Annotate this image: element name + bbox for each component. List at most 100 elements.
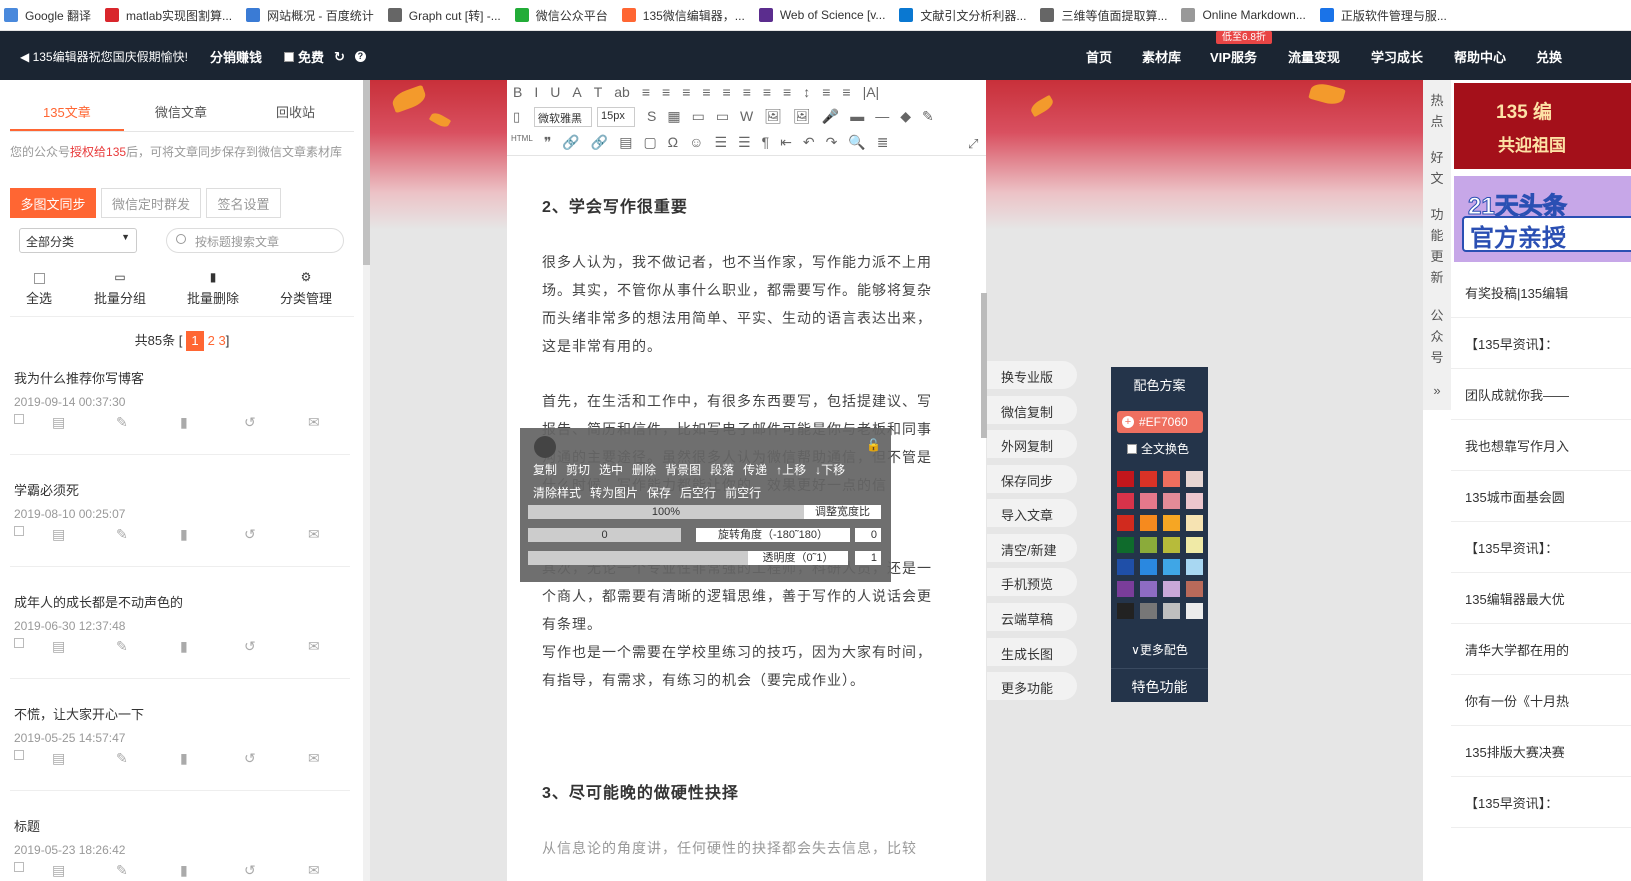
toolbar-button[interactable]: ≣ (877, 134, 889, 151)
news-item[interactable]: 我也想靠写作月入 (1465, 436, 1569, 455)
news-item[interactable]: 团队成就你我—— (1465, 385, 1569, 404)
page-others[interactable]: 2 3 (208, 333, 226, 348)
holiday-banner[interactable]: 135 编 共迎祖国 (1454, 83, 1631, 169)
article-title[interactable]: 我为什么推荐你写博客 (14, 368, 349, 387)
select-all-button[interactable]: 全选 (26, 270, 52, 307)
list-item[interactable]: 成年人的成长都是不动声色的 2019-06-30 12:37:48 ▤ ✎ ▮ ↺ ✉ (10, 592, 350, 679)
history-icon[interactable]: ↺ (244, 862, 256, 879)
drag-handle[interactable] (534, 436, 556, 458)
nav-redeem[interactable]: 兑换 (1536, 47, 1562, 66)
toolbar-button[interactable]: ↷ (826, 134, 838, 151)
color-swatch[interactable] (1186, 581, 1203, 597)
nav-monetize[interactable]: 流量变现 (1288, 47, 1340, 66)
side-action-button[interactable]: 换专业版 (987, 361, 1077, 389)
tab-wechat-articles[interactable]: 微信文章 (155, 102, 207, 121)
toolbar-button[interactable]: ▢ (643, 134, 656, 151)
side-action-button[interactable]: 清空/新建 (987, 534, 1077, 562)
color-swatch[interactable] (1186, 471, 1203, 487)
right-tab-char[interactable]: » (1423, 380, 1451, 401)
auth-link[interactable]: 授权给135 (70, 145, 126, 159)
right-tab-char[interactable]: 号 (1423, 347, 1451, 368)
nav-learn[interactable]: 学习成长 (1371, 47, 1423, 66)
toolbar-button[interactable]: ✎ (922, 108, 934, 125)
color-swatch[interactable] (1140, 581, 1157, 597)
apply-all-toggle[interactable]: 全文换色 (1127, 440, 1189, 457)
edit-icon[interactable]: ✎ (116, 638, 128, 655)
list-item[interactable]: 不慌，让大家开心一下 2019-05-25 14:57:47 ▤ ✎ ▮ ↺ ✉ (10, 704, 350, 791)
nav-help[interactable]: 帮助中心 (1454, 47, 1506, 66)
toolbar-button[interactable]: I (534, 84, 538, 100)
edit-icon[interactable]: ✎ (116, 526, 128, 543)
popup-action[interactable]: 保存 (647, 484, 671, 501)
bookmark-item[interactable]: 微信公众平台 (514, 7, 608, 24)
category-manage-button[interactable]: ⚙ 分类管理 (280, 270, 332, 307)
news-item[interactable]: 【135早资讯】： (1465, 538, 1558, 557)
free-toggle[interactable]: 免费 ↻? (284, 47, 366, 66)
bookmark-item[interactable]: matlab实现图割算... (105, 7, 232, 24)
nav-materials[interactable]: 素材库 (1142, 47, 1181, 66)
right-tab-char[interactable]: 好 (1423, 147, 1451, 168)
toolbar-button[interactable]: 🔗 (591, 134, 608, 151)
batch-delete-button[interactable]: ▮ 批量删除 (187, 270, 239, 307)
toolbar-button[interactable]: — (875, 108, 889, 125)
toolbar-button[interactable]: S (647, 108, 656, 125)
font-family-select[interactable]: 微软雅黑 (534, 107, 592, 127)
toolbar-button[interactable]: ▭ (692, 108, 705, 125)
toolbar-button[interactable]: ▭ (716, 108, 729, 125)
toolbar-button[interactable]: ab (614, 84, 630, 100)
toolbar-button[interactable]: ≡ (642, 84, 650, 100)
document-icon[interactable]: ▤ (52, 750, 65, 767)
bookmark-item[interactable]: Web of Science [v... (758, 8, 885, 22)
right-tab-char[interactable]: 功 (1423, 204, 1451, 225)
toolbar-button[interactable]: 🔗 (562, 134, 579, 151)
popup-action[interactable]: 前空行 (725, 484, 761, 501)
document-icon[interactable]: ▤ (52, 414, 65, 431)
trash-icon[interactable]: ▮ (180, 638, 188, 655)
color-swatch[interactable] (1163, 537, 1180, 553)
popup-action[interactable]: 剪切 (566, 461, 590, 478)
toolbar-button[interactable]: ≡ (723, 84, 731, 100)
mail-icon[interactable]: ✉ (308, 862, 320, 879)
toolbar-button[interactable]: ≡ (822, 84, 830, 100)
features-button[interactable]: 特色功能 (1111, 668, 1208, 702)
bookmark-item[interactable]: 文献引文分析利器... (899, 7, 1026, 24)
toolbar-button[interactable]: ☺ (689, 134, 703, 151)
color-swatch[interactable] (1117, 581, 1134, 597)
toolbar-button[interactable]: 🔍 (848, 134, 865, 151)
side-action-button[interactable]: 云端草稿 (987, 603, 1077, 631)
toolbar-button[interactable]: |A| (863, 84, 880, 100)
news-item[interactable]: 【135早资讯】： (1465, 334, 1558, 353)
paragraph-5[interactable]: 从信息论的角度讲，任何硬性的抉择都会失去信息，比较 (542, 834, 944, 862)
side-action-button[interactable]: 外网复制 (987, 430, 1077, 458)
history-icon[interactable]: ↺ (244, 750, 256, 767)
toolbar-button[interactable]: T (594, 84, 603, 100)
font-size-select[interactable]: 15px (597, 107, 635, 127)
paragraph-4[interactable]: 写作也是一个需要在学校里练习的技巧，因为大家有时间，有指导，有需求，有练习的机会… (542, 638, 944, 694)
news-item[interactable]: 135排版大赛决赛 (1465, 742, 1565, 761)
color-swatch[interactable] (1163, 515, 1180, 531)
color-swatch[interactable] (1140, 493, 1157, 509)
scrollbar-thumb[interactable] (363, 80, 370, 265)
new-doc-icon[interactable]: ▯ (513, 109, 520, 125)
toolbar-button[interactable]: ≡ (783, 84, 791, 100)
popup-action[interactable]: ↑上移 (776, 461, 806, 478)
opacity-slider[interactable]: 透明度（0˜1） 1 (528, 551, 881, 565)
bookmark-item[interactable]: 网站概况 - 百度统计 (246, 7, 374, 24)
news-item[interactable]: 你有一份《十月热 (1465, 691, 1569, 710)
color-swatch[interactable] (1117, 603, 1134, 619)
toolbar-button[interactable]: ≡ (682, 84, 690, 100)
color-swatch[interactable] (1163, 581, 1180, 597)
article-title[interactable]: 标题 (14, 816, 349, 835)
free-checkbox[interactable] (284, 51, 294, 62)
color-swatch[interactable] (1186, 559, 1203, 575)
color-swatch[interactable] (1186, 515, 1203, 531)
refresh-icon[interactable]: ↻ (334, 49, 345, 65)
side-action-button[interactable]: 微信复制 (987, 396, 1077, 424)
color-swatch[interactable] (1140, 471, 1157, 487)
trash-icon[interactable]: ▮ (180, 414, 188, 431)
toolbar-button[interactable]: ▤ (619, 134, 632, 151)
news-item[interactable]: 清华大学都在用的 (1465, 640, 1569, 659)
apply-all-checkbox[interactable] (1127, 443, 1137, 454)
toolbar-button[interactable]: ▦ (667, 108, 680, 125)
bookmark-item[interactable]: 135微信编辑器，... (621, 7, 745, 24)
